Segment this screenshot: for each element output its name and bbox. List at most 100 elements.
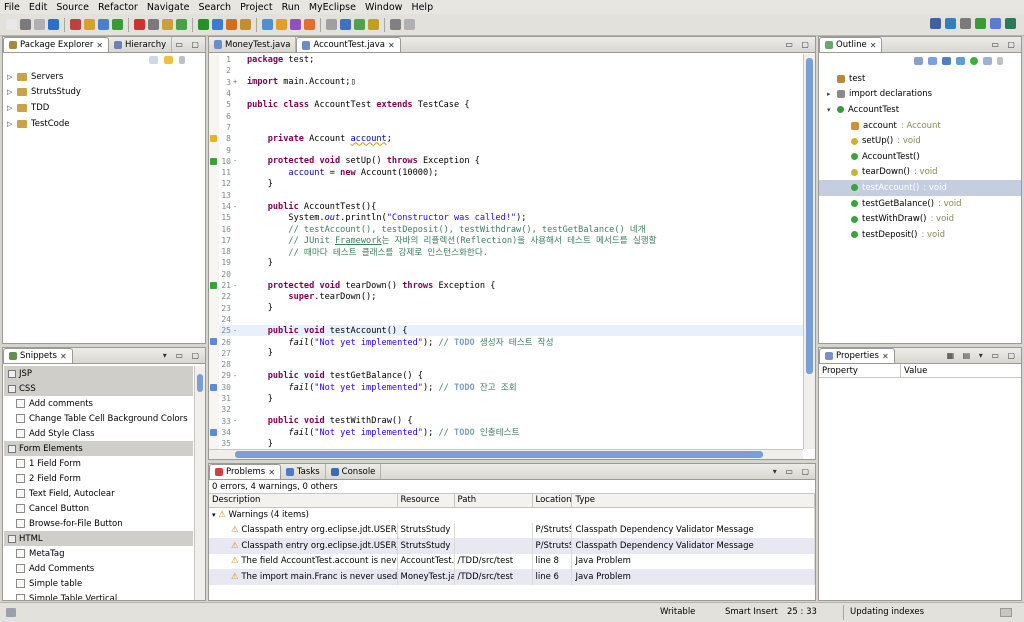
project-item[interactable]: ▷ Servers xyxy=(3,69,205,85)
pin-editor-icon[interactable] xyxy=(262,19,273,30)
line-gutter[interactable] xyxy=(209,415,219,427)
view-minimize-maximize-icons[interactable]: ▭ ▢ xyxy=(991,40,1018,49)
code-line[interactable]: 6 xyxy=(209,110,803,122)
code-line[interactable]: 7 xyxy=(209,121,803,134)
line-gutter[interactable] xyxy=(209,200,219,213)
code-line[interactable]: 18 // 때마다 테스트 클래스를 강제로 인스턴스화한다. xyxy=(209,246,803,258)
line-gutter[interactable] xyxy=(209,370,219,382)
menu-window[interactable]: Window xyxy=(365,2,402,13)
line-gutter[interactable] xyxy=(209,178,219,190)
focus-icon[interactable] xyxy=(983,57,992,65)
code-line[interactable]: 4 xyxy=(209,87,803,100)
code-line[interactable]: 23 } xyxy=(209,302,803,314)
code-line[interactable]: 8 private Account account; xyxy=(209,133,803,145)
back-icon[interactable] xyxy=(226,19,237,30)
column-header[interactable]: Resource xyxy=(397,494,455,508)
close-icon[interactable]: ✕ xyxy=(268,468,275,477)
tab-tasks[interactable]: Tasks xyxy=(281,464,326,479)
line-gutter[interactable] xyxy=(209,359,219,371)
code-line[interactable]: 13 xyxy=(209,189,803,201)
line-gutter[interactable] xyxy=(209,246,219,258)
snippet-category[interactable]: HTML xyxy=(4,531,193,546)
editor-horizontal-scrollbar[interactable] xyxy=(209,449,803,459)
progress-icon[interactable] xyxy=(1000,608,1012,617)
team-icon[interactable] xyxy=(304,19,315,30)
snippet-item[interactable]: Add Comments xyxy=(4,561,193,576)
snippet-category[interactable]: Form Elements xyxy=(4,441,193,456)
task-marker-icon[interactable] xyxy=(210,338,217,346)
code-line[interactable]: 16 // testAccount(), testDeposit(), test… xyxy=(209,223,803,235)
project-item[interactable]: ▷ TestCode xyxy=(3,116,205,132)
project-item[interactable]: ▷ TDD xyxy=(3,100,205,116)
problem-row[interactable]: ⚠ The field AccountTest.account is never… xyxy=(209,553,815,569)
fold-toggle-icon[interactable]: - xyxy=(233,417,241,425)
tab-package-explorer[interactable]: Package Explorer ✕ xyxy=(3,37,110,52)
new-icon[interactable] xyxy=(6,19,17,30)
outline-item[interactable]: account : Account xyxy=(819,118,1021,134)
outline-item[interactable]: setUp() : void xyxy=(819,133,1021,149)
snippet-item[interactable]: Add Style Class xyxy=(4,426,193,441)
editor-tab[interactable]: AccountTest.java ✕ xyxy=(296,37,401,52)
code-line[interactable]: 28 xyxy=(209,359,803,371)
snippet-item[interactable]: 2 Field Form xyxy=(4,471,193,486)
close-icon[interactable]: ✕ xyxy=(870,41,877,50)
run-last-icon[interactable] xyxy=(84,19,95,30)
code-line[interactable]: 20 xyxy=(209,268,803,280)
code-line[interactable]: 31 } xyxy=(209,392,803,405)
menu-myeclipse[interactable]: MyEclipse xyxy=(309,2,356,13)
view-minimize-maximize-icons[interactable]: ▾ ▭ ▢ xyxy=(773,467,812,476)
open-resource-icon[interactable] xyxy=(176,19,187,30)
menu-edit[interactable]: Edit xyxy=(29,2,47,13)
code-area[interactable]: 1 package test; 2 3 + import main.Account;▯ 4 5… xyxy=(209,54,803,459)
search-icon[interactable] xyxy=(148,19,159,30)
snippet-item[interactable]: 1 Field Form xyxy=(4,456,193,471)
expand-arrow-icon[interactable]: ▷ xyxy=(7,104,13,112)
menu-source[interactable]: Source xyxy=(56,2,89,13)
line-gutter[interactable] xyxy=(209,76,219,88)
editor-vertical-scrollbar[interactable] xyxy=(803,54,815,449)
outline-item[interactable]: testWithDraw() : void xyxy=(819,211,1021,227)
toggle-mark-icon[interactable] xyxy=(276,19,287,30)
compare-icon[interactable] xyxy=(326,19,337,30)
hide-fields-icon[interactable] xyxy=(928,57,937,65)
outline-item[interactable]: testAccount() : void xyxy=(819,180,1021,196)
line-gutter[interactable] xyxy=(209,257,219,269)
external-tools-icon[interactable] xyxy=(134,19,145,30)
override-marker-icon[interactable] xyxy=(210,281,217,289)
close-icon[interactable]: ✕ xyxy=(882,352,889,361)
outline-item[interactable]: ▾ AccountTest xyxy=(819,102,1021,118)
perspective-icon[interactable] xyxy=(960,18,971,29)
expand-arrow-icon[interactable]: ▷ xyxy=(7,73,13,81)
snippet-category[interactable]: JSP xyxy=(4,366,193,381)
problem-row[interactable]: ⚠ Classpath entry org.eclipse.jdt.USER_L… xyxy=(209,538,815,554)
column-header[interactable]: Location xyxy=(532,494,573,508)
save-icon[interactable] xyxy=(20,19,31,30)
line-gutter[interactable] xyxy=(209,155,219,167)
warnings-group-row[interactable]: ▾ ⚠ Warnings (4 items) xyxy=(209,507,815,523)
fold-toggle-icon[interactable]: - xyxy=(233,157,241,165)
task-icon[interactable] xyxy=(290,19,301,30)
snippet-item[interactable]: Browse-for-File Button xyxy=(4,516,193,531)
warning-marker-icon[interactable] xyxy=(210,135,217,143)
perspective-icon[interactable] xyxy=(975,18,986,29)
view-minimize-maximize-icons[interactable]: ▾ ▭ ▢ xyxy=(163,351,202,360)
fold-toggle-icon[interactable]: - xyxy=(233,327,241,335)
history-icon[interactable] xyxy=(354,19,365,30)
tab-snippets[interactable]: Snippets ✕ xyxy=(3,348,73,363)
snippet-item[interactable]: Simple Table Vertical xyxy=(4,591,193,600)
code-line[interactable]: 15 System.out.println("Constructor was c… xyxy=(209,212,803,224)
code-line[interactable]: 12 } xyxy=(209,178,803,190)
perspective-icon[interactable] xyxy=(930,18,941,29)
task-marker-icon[interactable] xyxy=(210,383,217,391)
line-gutter[interactable] xyxy=(209,392,219,405)
prev-annotation-icon[interactable] xyxy=(212,19,223,30)
outline-item[interactable]: testGetBalance() : void xyxy=(819,196,1021,212)
print-icon[interactable] xyxy=(48,19,59,30)
snippet-item[interactable]: MetaTag xyxy=(4,546,193,561)
menu-project[interactable]: Project xyxy=(240,2,273,13)
column-header[interactable]: Path xyxy=(454,494,533,508)
project-item[interactable]: ▷ StrutsStudy xyxy=(3,85,205,101)
collapse-all-icon[interactable] xyxy=(149,56,158,64)
code-line[interactable]: 17 // JUnit Framework는 자바의 리플렉션(Reflecti… xyxy=(209,234,803,246)
line-gutter[interactable] xyxy=(209,426,219,439)
